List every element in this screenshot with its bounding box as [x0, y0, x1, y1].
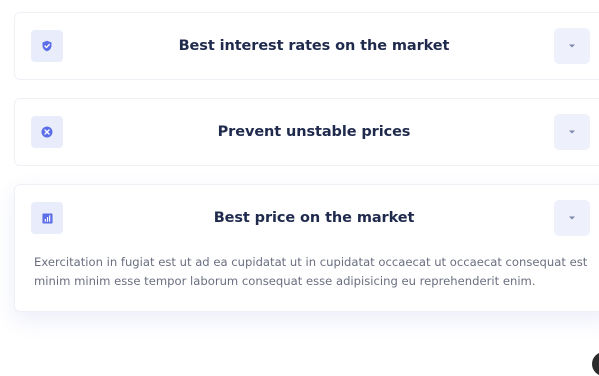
accordion-title: Best price on the market — [213, 210, 415, 226]
accordion-header-best-price[interactable]: Best price on the market — [15, 185, 599, 251]
close-circle-icon — [31, 116, 63, 148]
accordion-title: Best interest rates on the market — [178, 38, 450, 54]
caret-down-icon — [569, 44, 575, 48]
accordion-item-best-price: Best price on the market Exercitation in… — [14, 184, 599, 312]
floating-action-button[interactable] — [592, 352, 599, 376]
accordion-title: Prevent unstable prices — [217, 124, 411, 140]
accordion-header-unstable-prices[interactable]: Prevent unstable prices — [15, 99, 599, 165]
caret-down-icon — [569, 130, 575, 134]
accordion-toggle-button[interactable] — [554, 114, 590, 150]
bar-chart-icon — [31, 202, 63, 234]
accordion-toggle-button[interactable] — [554, 28, 590, 64]
accordion-item-unstable-prices: Prevent unstable prices — [14, 98, 599, 166]
accordion-item-interest-rates: Best interest rates on the market — [14, 12, 599, 80]
accordion-body-text: Exercitation in fugiat est ut ad ea cupi… — [34, 255, 588, 288]
accordion-header-interest-rates[interactable]: Best interest rates on the market — [15, 13, 599, 79]
shield-check-icon — [31, 30, 63, 62]
caret-down-icon — [569, 216, 575, 220]
accordion-toggle-button[interactable] — [554, 200, 590, 236]
